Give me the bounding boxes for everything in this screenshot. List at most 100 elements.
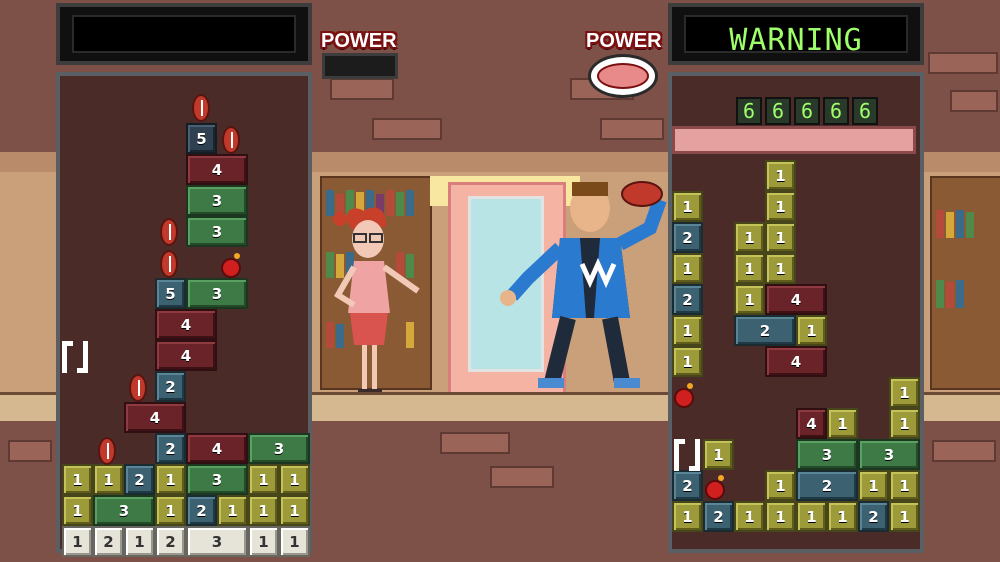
p2-block[interactable]: 4 bbox=[765, 284, 827, 315]
p2-counter-digit: 6 bbox=[852, 97, 878, 125]
p2-block[interactable]: 2 bbox=[734, 315, 796, 346]
p1-power-meter bbox=[322, 53, 398, 79]
p2-block[interactable]: 3 bbox=[858, 439, 920, 470]
p2-block[interactable]: 1 bbox=[672, 346, 703, 377]
jock-character bbox=[500, 181, 667, 388]
p2-counter-digit: 6 bbox=[765, 97, 791, 125]
p1-block[interactable]: 5 bbox=[186, 123, 217, 154]
bomb-icon bbox=[674, 383, 694, 408]
p1-block[interactable]: 3 bbox=[186, 464, 248, 495]
wall-brick bbox=[928, 52, 998, 74]
p2-block[interactable]: 1 bbox=[672, 253, 703, 284]
p1-block[interactable]: 1 bbox=[62, 495, 93, 526]
p2-block[interactable]: 3 bbox=[796, 439, 858, 470]
p2-block[interactable]: 1 bbox=[827, 501, 858, 532]
p1-cursor-bracket-icon[interactable] bbox=[62, 341, 88, 373]
p1-block[interactable]: 2 bbox=[186, 495, 217, 526]
p1-block[interactable]: 1 bbox=[124, 526, 155, 557]
p2-block[interactable]: 1 bbox=[734, 253, 765, 284]
p2-block[interactable]: 1 bbox=[858, 470, 889, 501]
p2-block[interactable]: 1 bbox=[734, 501, 765, 532]
p1-block[interactable]: 1 bbox=[279, 495, 310, 526]
p2-counter-digit: 6 bbox=[794, 97, 820, 125]
p1-block[interactable]: 2 bbox=[155, 433, 186, 464]
p1-block[interactable]: 1 bbox=[279, 464, 310, 495]
football-icon bbox=[129, 374, 147, 402]
football-icon bbox=[192, 94, 210, 122]
p2-power-football-icon bbox=[588, 54, 658, 98]
p1-block[interactable]: 1 bbox=[155, 464, 186, 495]
wall-brick bbox=[490, 466, 554, 488]
p2-block[interactable]: 2 bbox=[858, 501, 889, 532]
p2-block[interactable]: 1 bbox=[889, 377, 920, 408]
p1-block[interactable]: 5 bbox=[155, 278, 186, 309]
bookshelf bbox=[930, 176, 1000, 390]
p1-block[interactable]: 3 bbox=[186, 278, 248, 309]
p2-block[interactable]: 1 bbox=[672, 191, 703, 222]
p2-block[interactable]: 1 bbox=[889, 501, 920, 532]
p2-block[interactable]: 1 bbox=[765, 160, 796, 191]
p1-status-screen bbox=[56, 3, 312, 65]
p2-block[interactable]: 1 bbox=[765, 191, 796, 222]
p2-warning-text: WARNING bbox=[729, 23, 863, 58]
p1-block[interactable]: 4 bbox=[186, 154, 248, 185]
p1-block[interactable]: 2 bbox=[124, 464, 155, 495]
p1-block[interactable]: 1 bbox=[62, 464, 93, 495]
p1-block[interactable]: 4 bbox=[155, 309, 217, 340]
p2-block[interactable]: 1 bbox=[734, 284, 765, 315]
p1-block[interactable]: 3 bbox=[186, 526, 248, 557]
p2-block[interactable]: 4 bbox=[765, 346, 827, 377]
p2-power-label: POWER bbox=[586, 30, 662, 52]
p1-block[interactable]: 1 bbox=[62, 526, 93, 557]
p1-block[interactable]: 3 bbox=[186, 216, 248, 247]
p2-block[interactable]: 2 bbox=[672, 284, 703, 315]
p2-block[interactable]: 1 bbox=[765, 253, 796, 284]
p2-counter-digit: 6 bbox=[823, 97, 849, 125]
p1-block[interactable]: 1 bbox=[248, 526, 279, 557]
p1-block[interactable]: 1 bbox=[248, 495, 279, 526]
wall-brick bbox=[600, 118, 664, 140]
p2-block[interactable]: 1 bbox=[672, 501, 703, 532]
p2-block[interactable]: 1 bbox=[796, 315, 827, 346]
p2-block[interactable]: 1 bbox=[734, 222, 765, 253]
p1-block[interactable]: 1 bbox=[248, 464, 279, 495]
football-icon bbox=[160, 250, 178, 278]
wall-brick bbox=[372, 118, 442, 140]
p1-block[interactable]: 4 bbox=[155, 340, 217, 371]
p1-block[interactable]: 1 bbox=[155, 495, 186, 526]
p1-block[interactable]: 1 bbox=[279, 526, 310, 557]
p2-block[interactable]: 1 bbox=[765, 470, 796, 501]
p2-block[interactable]: 1 bbox=[765, 222, 796, 253]
p1-block[interactable]: 2 bbox=[155, 526, 186, 557]
p2-block[interactable]: 2 bbox=[672, 470, 703, 501]
p2-counter-digit: 6 bbox=[736, 97, 762, 125]
p1-block[interactable]: 2 bbox=[155, 371, 186, 402]
football-icon bbox=[98, 437, 116, 465]
p1-block[interactable]: 3 bbox=[248, 433, 310, 464]
p2-block[interactable]: 2 bbox=[703, 501, 734, 532]
p1-block[interactable]: 2 bbox=[93, 526, 124, 557]
p2-block[interactable]: 1 bbox=[672, 315, 703, 346]
p2-block[interactable]: 1 bbox=[827, 408, 858, 439]
bomb-icon bbox=[705, 475, 725, 500]
p1-block[interactable]: 1 bbox=[93, 464, 124, 495]
p2-cursor-bracket-icon[interactable] bbox=[674, 439, 700, 471]
p2-block[interactable]: 2 bbox=[672, 222, 703, 253]
wall-brick bbox=[932, 440, 996, 462]
p1-block[interactable]: 3 bbox=[186, 185, 248, 216]
p2-block[interactable]: 2 bbox=[796, 470, 858, 501]
p1-block[interactable]: 1 bbox=[217, 495, 248, 526]
wall-brick bbox=[950, 90, 998, 112]
wall-brick bbox=[8, 440, 52, 462]
p2-block[interactable]: 1 bbox=[889, 408, 920, 439]
p2-block[interactable]: 1 bbox=[889, 470, 920, 501]
p2-block[interactable]: 4 bbox=[796, 408, 827, 439]
p2-block[interactable]: 1 bbox=[796, 501, 827, 532]
p1-block[interactable]: 4 bbox=[124, 402, 186, 433]
librarian-character bbox=[333, 207, 420, 395]
p2-block[interactable]: 1 bbox=[765, 501, 796, 532]
p1-block[interactable]: 4 bbox=[186, 433, 248, 464]
p2-block[interactable]: 1 bbox=[703, 439, 734, 470]
p1-block[interactable]: 3 bbox=[93, 495, 155, 526]
football-icon bbox=[160, 218, 178, 246]
